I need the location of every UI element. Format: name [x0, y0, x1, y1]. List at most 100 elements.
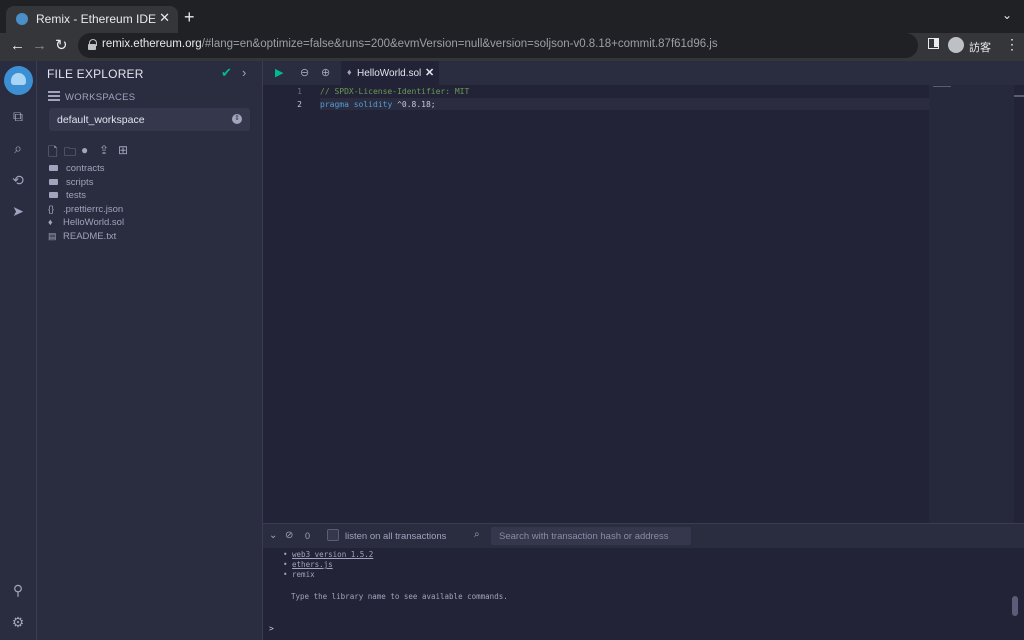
check-icon: ✔: [221, 65, 232, 80]
browser-tab[interactable]: Remix - Ethereum IDE ✕: [6, 6, 178, 33]
terminal-line: • remix: [283, 570, 315, 579]
listen-all-label: listen on all transactions: [345, 531, 447, 542]
folder-icon: [49, 178, 58, 185]
file-explorer-panel: FILE EXPLORER ✔ › WORKSPACES default_wor…: [37, 61, 263, 640]
url-path: /#lang=en&optimize=false&runs=200&evmVer…: [201, 38, 718, 50]
code-keyword: pragma: [320, 100, 349, 109]
chevron-right-icon[interactable]: ›: [242, 65, 246, 80]
editor-minimap[interactable]: [929, 85, 1014, 523]
collapse-terminal-icon[interactable]: ⌄: [269, 530, 277, 541]
tree-folder-contracts[interactable]: contracts: [48, 162, 258, 176]
editor-tab-label: HelloWorld.sol: [357, 68, 422, 79]
tree-item-label: README.txt: [63, 230, 117, 242]
close-tab-icon[interactable]: ✕: [159, 10, 170, 26]
code-editor[interactable]: 1 2 // SPDX-License-Identifier: MIT prag…: [263, 85, 1024, 523]
file-tree: contracts scripts tests {} .prettierrc.j…: [48, 162, 258, 244]
folder-icon: [49, 165, 58, 171]
chevron-down-icon[interactable]: ⌄: [1002, 8, 1012, 22]
editor-scrollbar[interactable]: [1014, 95, 1024, 97]
line-number: 1: [297, 87, 302, 96]
upload-folder-icon[interactable]: ⊞: [118, 143, 128, 157]
tree-folder-scripts[interactable]: scripts: [48, 176, 258, 190]
select-arrows-icon: ⇕: [232, 114, 242, 124]
ethers-link[interactable]: ethers.js: [292, 560, 333, 569]
browser-toolbar: ← → ↻ remix.ethereum.org/#lang=en&optimi…: [0, 33, 1024, 61]
clear-console-icon[interactable]: ⊘: [285, 530, 293, 541]
tree-file-prettierrc[interactable]: {} .prettierrc.json: [48, 203, 258, 217]
main-panel: ▶ ⊖ ⊕ ♦ HelloWorld.sol ✕ 1 2 // SPDX-Lic…: [263, 61, 1024, 640]
github-icon[interactable]: ●: [81, 143, 88, 157]
settings-gear-icon[interactable]: ⚙: [10, 614, 26, 630]
code-version: ^0.8.18;: [397, 100, 436, 109]
lock-icon[interactable]: [88, 39, 97, 50]
avatar-icon: [948, 37, 964, 53]
icon-panel: ⧉ ⌕ ⟲ ➤ ⚲ ⚙: [0, 61, 37, 640]
terminal-output: • web3 version 1.5.2 • ethers.js • remix: [283, 550, 373, 580]
zoom-out-icon[interactable]: ⊖: [300, 66, 309, 79]
new-tab-button[interactable]: +: [184, 6, 195, 28]
forward-arrow-icon[interactable]: →: [32, 36, 47, 56]
code-keyword: solidity: [353, 100, 393, 109]
run-script-icon[interactable]: ▶: [275, 66, 283, 79]
url-host: remix.ethereum.org: [102, 38, 202, 50]
new-folder-icon[interactable]: 🗀: [64, 143, 76, 164]
terminal-line: • web3 version 1.5.2: [283, 550, 374, 559]
address-bar[interactable]: remix.ethereum.org/#lang=en&optimize=fal…: [78, 33, 918, 58]
workspace-select-value: default_workspace: [57, 114, 145, 126]
solidity-compiler-icon[interactable]: ⟲: [10, 172, 26, 188]
browser-tab-title: Remix - Ethereum IDE: [36, 12, 157, 26]
zoom-in-icon[interactable]: ⊕: [321, 66, 330, 79]
code-area[interactable]: // SPDX-License-Identifier: MIT pragma s…: [320, 85, 929, 523]
minimap-line: [933, 86, 951, 87]
editor-tab-helloworld[interactable]: ♦ HelloWorld.sol ✕: [341, 61, 439, 85]
back-arrow-icon[interactable]: ←: [10, 36, 25, 56]
side-panel-icon[interactable]: [928, 38, 939, 49]
remix-app: ⧉ ⌕ ⟲ ➤ ⚲ ⚙ FILE EXPLORER ✔ › WORKSPACES…: [0, 61, 1024, 640]
profile-name: 訪客: [969, 42, 991, 54]
plugin-manager-icon[interactable]: ⚲: [10, 582, 26, 598]
tree-file-helloworld[interactable]: ♦ HelloWorld.sol: [48, 216, 258, 230]
close-icon[interactable]: ✕: [425, 66, 434, 79]
search-icon[interactable]: ⌕: [10, 140, 26, 156]
web3-link[interactable]: web3 version 1.5.2: [292, 550, 373, 559]
listen-all-checkbox[interactable]: [327, 529, 339, 541]
terminal-help-text: Type the library name to see available c…: [291, 592, 508, 601]
deploy-run-icon[interactable]: ➤: [10, 203, 26, 219]
terminal-scrollbar[interactable]: [1012, 596, 1018, 616]
terminal-panel: ⌄ ⊘ 0 listen on all transactions ⌕ • web…: [263, 523, 1024, 640]
editor-tab-bar: ▶ ⊖ ⊕ ♦ HelloWorld.sol ✕: [263, 61, 1024, 85]
line-number: 2: [297, 100, 302, 109]
tree-folder-tests[interactable]: tests: [48, 189, 258, 203]
more-menu-icon[interactable]: ⋮: [1005, 36, 1019, 53]
workspace-select[interactable]: default_workspace ⇕: [49, 108, 250, 131]
workspace-menu-icon[interactable]: [48, 91, 60, 101]
profile-button[interactable]: 訪客: [948, 36, 994, 56]
tree-item-label: .prettierrc.json: [63, 203, 124, 215]
new-file-icon[interactable]: 🗋: [48, 143, 58, 164]
terminal-line: • ethers.js: [283, 560, 333, 569]
tree-item-label: tests: [66, 190, 87, 202]
browser-tab-strip: Remix - Ethereum IDE ✕ + ⌄: [0, 0, 1024, 33]
text-file-icon: ▤: [48, 230, 57, 241]
terminal-toolbar: ⌄ ⊘ 0 listen on all transactions ⌕: [263, 524, 1024, 548]
tree-file-readme[interactable]: ▤ README.txt: [48, 230, 258, 244]
remix-logo-icon[interactable]: [4, 66, 33, 95]
solidity-file-icon: ♦: [347, 67, 352, 77]
file-explorer-icon[interactable]: ⧉: [10, 108, 26, 124]
tree-item-label: HelloWorld.sol: [63, 217, 125, 229]
url-text[interactable]: remix.ethereum.org/#lang=en&optimize=fal…: [102, 38, 718, 50]
line-number-gutter: 1 2: [263, 85, 320, 523]
json-file-icon: {}: [48, 203, 55, 214]
code-line-1: // SPDX-License-Identifier: MIT: [320, 87, 469, 96]
terminal-prompt[interactable]: >: [269, 624, 274, 633]
pending-tx-count: 0: [305, 531, 311, 541]
panel-title: FILE EXPLORER: [47, 67, 144, 81]
tx-search-input[interactable]: [491, 527, 691, 545]
remix-favicon-icon: [16, 13, 28, 25]
workspaces-label: WORKSPACES: [65, 92, 136, 103]
solidity-file-icon: ♦: [48, 217, 53, 228]
remix-lib-text: remix: [292, 570, 315, 579]
upload-icon[interactable]: ⇪: [99, 143, 109, 157]
reload-icon[interactable]: ↻: [55, 36, 68, 56]
code-line-2: pragma solidity ^0.8.18;: [320, 100, 436, 109]
